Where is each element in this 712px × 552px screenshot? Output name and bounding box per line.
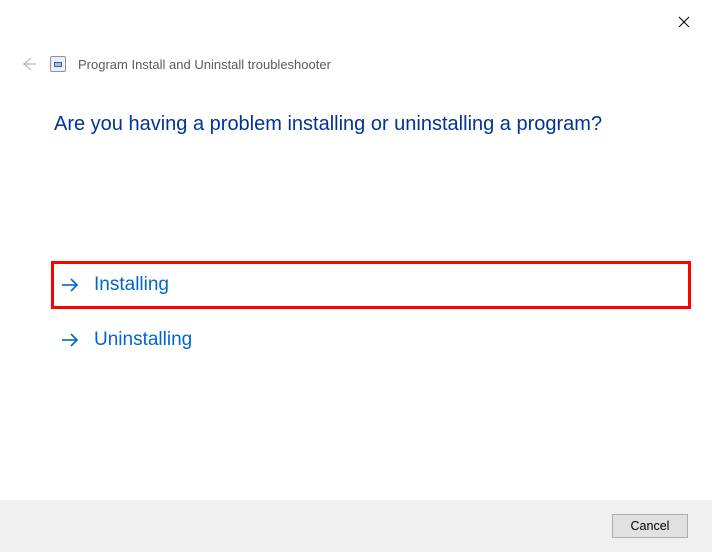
footer: Cancel <box>0 500 712 552</box>
arrow-right-icon <box>60 275 80 295</box>
close-button[interactable] <box>670 8 698 36</box>
option-label: Uninstalling <box>94 329 192 351</box>
option-uninstalling[interactable]: Uninstalling <box>54 319 688 361</box>
close-icon <box>678 16 690 28</box>
question-heading: Are you having a problem installing or u… <box>54 110 688 138</box>
titlebar: Program Install and Uninstall troublesho… <box>18 54 331 74</box>
app-title: Program Install and Uninstall troublesho… <box>78 57 331 72</box>
cancel-button[interactable]: Cancel <box>612 514 688 538</box>
app-icon <box>50 56 66 72</box>
arrow-left-icon <box>18 54 38 74</box>
arrow-right-icon <box>60 330 80 350</box>
back-button[interactable] <box>18 54 38 74</box>
options-list: Installing Uninstalling <box>54 261 688 361</box>
option-label: Installing <box>94 274 169 296</box>
option-installing[interactable]: Installing <box>51 261 691 309</box>
main-content: Are you having a problem installing or u… <box>54 110 688 361</box>
